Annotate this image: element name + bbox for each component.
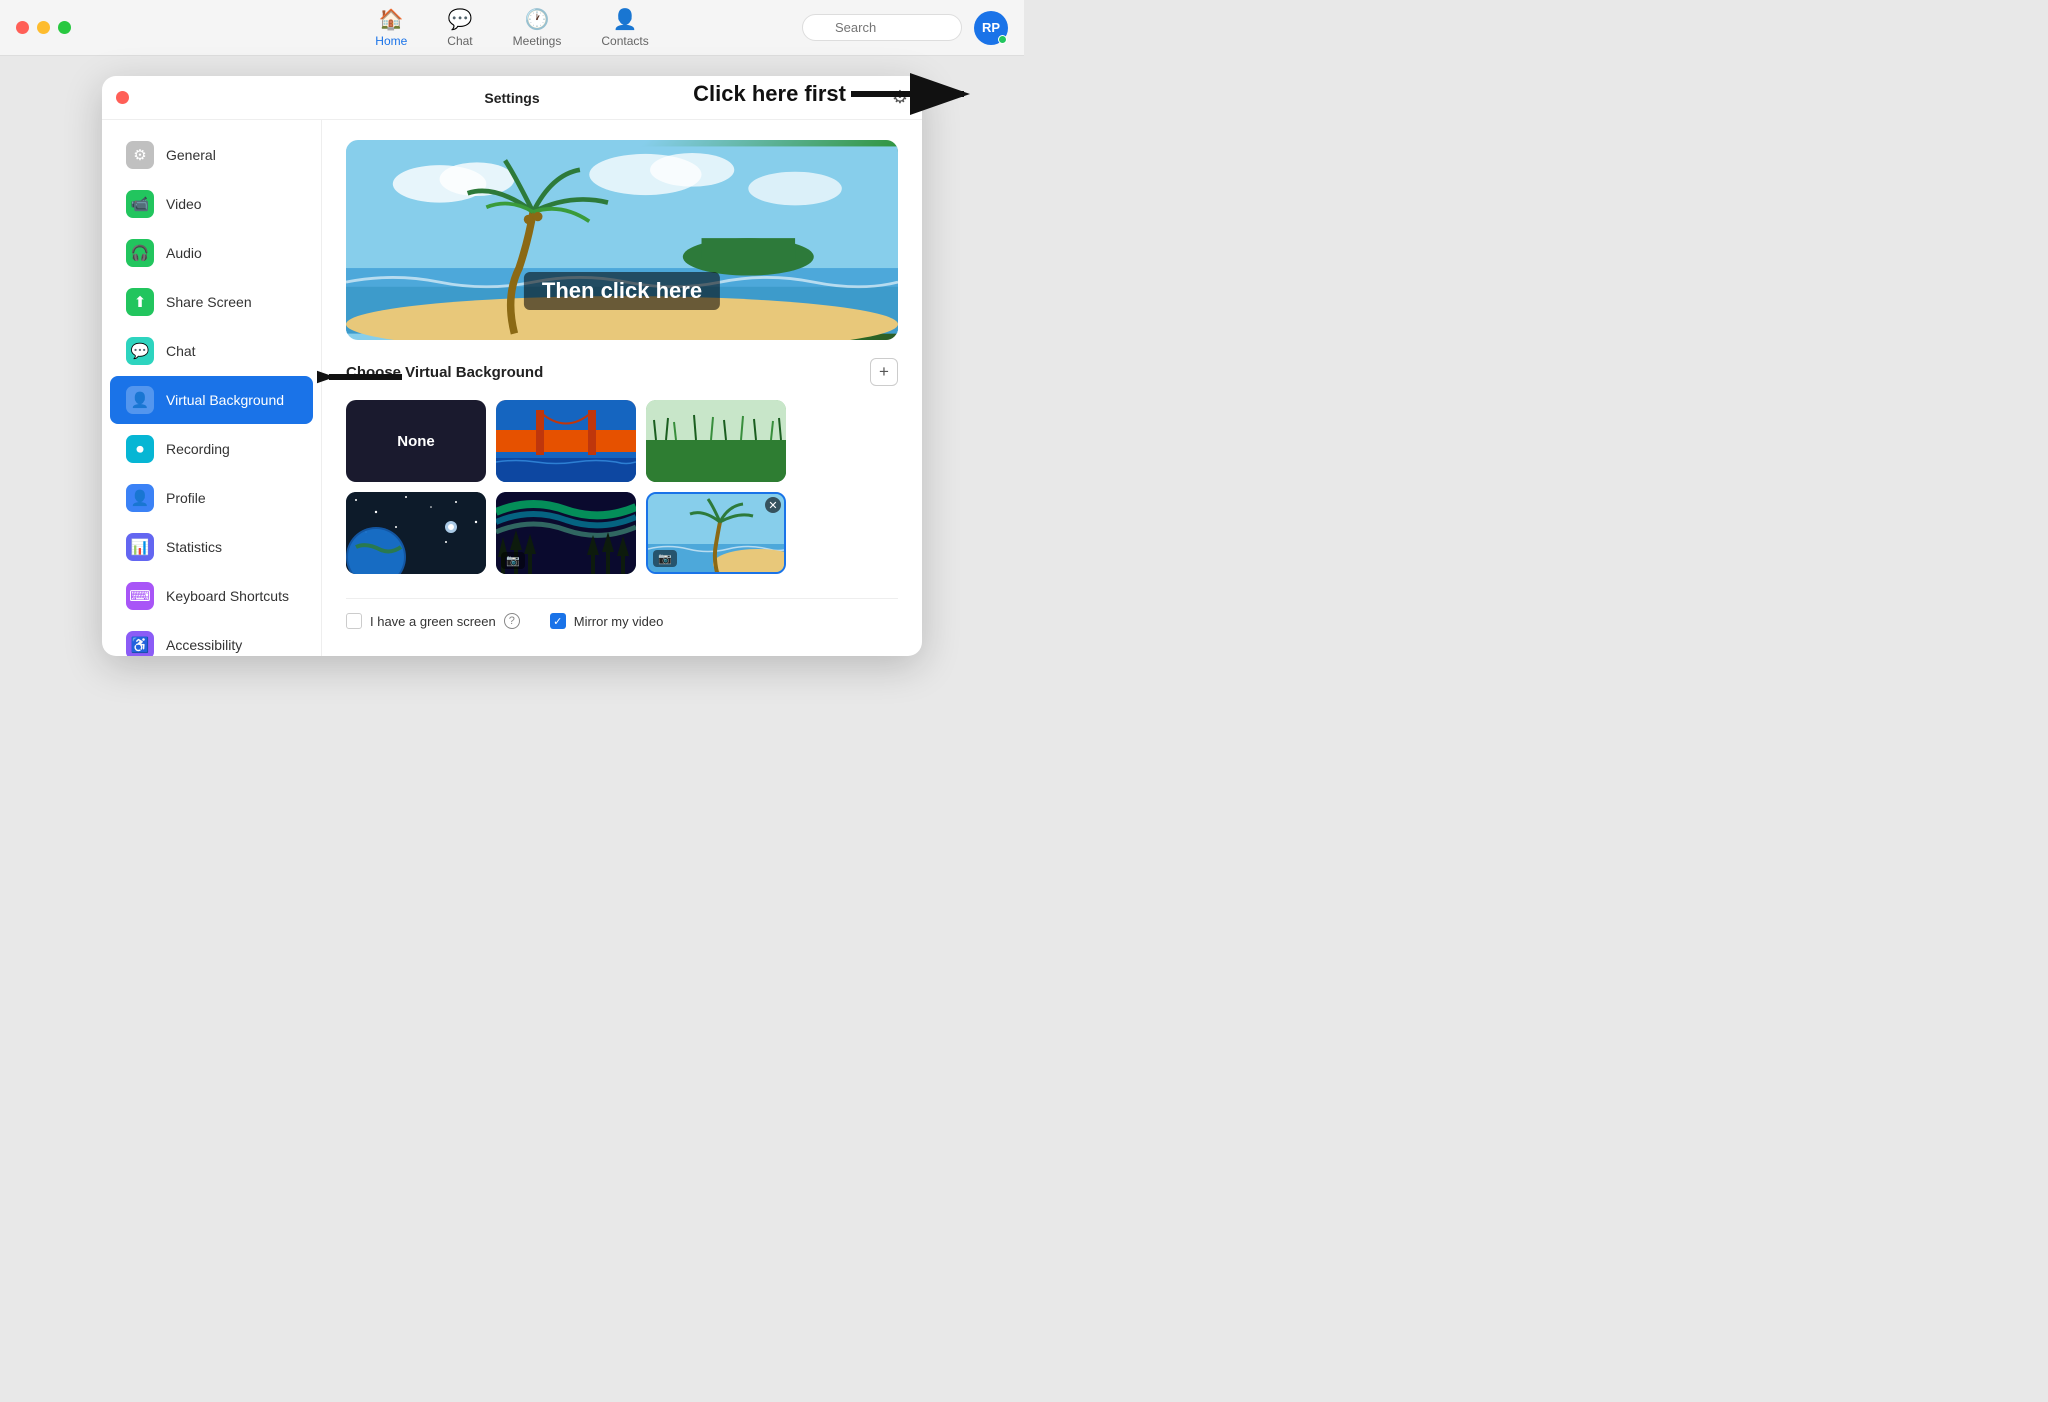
bg-beach-thumb[interactable]: 📷 ✕ <box>646 492 786 574</box>
tab-chat-label: Chat <box>447 34 472 48</box>
sidebar-item-audio[interactable]: 🎧 Audio <box>110 229 313 277</box>
profile-icon: 👤 <box>126 484 154 512</box>
top-bar: 🏠 Home 💬 Chat 🕐 Meetings 👤 Contacts 🔍 RP <box>0 0 1024 56</box>
contacts-icon: 👤 <box>613 7 638 32</box>
sidebar-item-recording[interactable]: ⏺ Recording <box>110 425 313 473</box>
bg-none-thumb[interactable]: None <box>346 400 486 482</box>
tab-meetings-label: Meetings <box>513 34 562 48</box>
sidebar-label-virtual-background: Virtual Background <box>166 392 284 408</box>
green-screen-help-icon[interactable]: ? <box>504 613 520 629</box>
then-click-here-label: Then click here <box>524 272 720 310</box>
sidebar-label-profile: Profile <box>166 490 206 506</box>
main-panel: Then click here Choose Virtual Backgroun… <box>322 120 922 656</box>
mirror-video-label: Mirror my video <box>574 614 664 629</box>
bg-none-label: None <box>397 433 435 450</box>
video-icon: 📹 <box>126 190 154 218</box>
meetings-icon: 🕐 <box>525 7 550 32</box>
online-status-dot <box>998 35 1007 44</box>
sidebar-item-chat[interactable]: 💬 Chat <box>110 327 313 375</box>
top-right-controls: 🔍 RP <box>802 11 1008 45</box>
general-icon: ⚙ <box>126 141 154 169</box>
sidebar-item-virtual-background[interactable]: 👤 Virtual Background <box>110 376 313 424</box>
sidebar-item-video[interactable]: 📹 Video <box>110 180 313 228</box>
sidebar-label-recording: Recording <box>166 441 230 457</box>
sidebar-label-general: General <box>166 147 216 163</box>
nav-tabs: 🏠 Home 💬 Chat 🕐 Meetings 👤 Contacts <box>375 7 648 48</box>
bg-aurora-thumb[interactable]: 📷 <box>496 492 636 574</box>
maximize-window-btn[interactable] <box>58 21 71 34</box>
add-background-btn[interactable]: + <box>870 358 898 386</box>
sidebar-item-share-screen[interactable]: ⬆ Share Screen <box>110 278 313 326</box>
sidebar-item-general[interactable]: ⚙ General <box>110 131 313 179</box>
avatar-initials: RP <box>982 20 1000 35</box>
settings-title: Settings <box>484 90 539 106</box>
mirror-video-group: ✓ Mirror my video <box>550 613 664 629</box>
home-icon: 🏠 <box>379 7 404 32</box>
window-controls <box>16 21 71 34</box>
section-title: Choose Virtual Background <box>346 364 543 381</box>
space-preview-svg <box>346 492 486 574</box>
sidebar-label-share-screen: Share Screen <box>166 294 252 310</box>
settings-body: ⚙ General 📹 Video 🎧 Audio ⬆ Share Screen… <box>102 120 922 656</box>
main-content: Click here first Settings ⚙ ⚙ General <box>0 56 1024 701</box>
accessibility-icon: ♿ <box>126 631 154 656</box>
gear-settings-icon[interactable]: ⚙ <box>892 87 908 108</box>
gate-preview-svg <box>496 400 636 482</box>
tab-chat[interactable]: 💬 Chat <box>447 7 472 48</box>
share-screen-icon: ⬆ <box>126 288 154 316</box>
background-thumbnails: None <box>346 400 898 574</box>
sidebar-item-statistics[interactable]: 📊 Statistics <box>110 523 313 571</box>
chat-sidebar-icon: 💬 <box>126 337 154 365</box>
settings-window: Settings ⚙ ⚙ General 📹 Video 🎧 Audio <box>102 76 922 656</box>
settings-close-btn[interactable] <box>116 91 129 104</box>
sidebar-label-chat: Chat <box>166 343 196 359</box>
search-wrapper: 🔍 <box>802 14 962 41</box>
sidebar-item-profile[interactable]: 👤 Profile <box>110 474 313 522</box>
bg-grass-thumb[interactable] <box>646 400 786 482</box>
tab-home-label: Home <box>375 34 407 48</box>
green-screen-checkbox[interactable] <box>346 613 362 629</box>
bg-gate-thumb[interactable] <box>496 400 636 482</box>
tab-home[interactable]: 🏠 Home <box>375 7 407 48</box>
sidebar: ⚙ General 📹 Video 🎧 Audio ⬆ Share Screen… <box>102 120 322 656</box>
aurora-cam-icon: 📷 <box>501 552 525 569</box>
bg-space-thumb[interactable] <box>346 492 486 574</box>
beach-preview-svg <box>346 140 898 340</box>
minimize-window-btn[interactable] <box>37 21 50 34</box>
tab-meetings[interactable]: 🕐 Meetings <box>513 7 562 48</box>
tab-contacts[interactable]: 👤 Contacts <box>601 7 648 48</box>
green-screen-group: I have a green screen ? <box>346 613 520 629</box>
avatar[interactable]: RP <box>974 11 1008 45</box>
sidebar-label-accessibility: Accessibility <box>166 637 242 653</box>
sidebar-label-keyboard-shortcuts: Keyboard Shortcuts <box>166 588 289 604</box>
keyboard-icon: ⌨ <box>126 582 154 610</box>
background-preview: Then click here <box>346 140 898 340</box>
beach-remove-btn[interactable]: ✕ <box>765 497 781 513</box>
sidebar-label-audio: Audio <box>166 245 202 261</box>
statistics-icon: 📊 <box>126 533 154 561</box>
sidebar-item-keyboard-shortcuts[interactable]: ⌨ Keyboard Shortcuts <box>110 572 313 620</box>
sidebar-label-statistics: Statistics <box>166 539 222 555</box>
grass-preview-svg <box>646 400 786 482</box>
mirror-video-checkbox[interactable]: ✓ <box>550 613 566 629</box>
recording-icon: ⏺ <box>126 435 154 463</box>
audio-icon: 🎧 <box>126 239 154 267</box>
virtual-bg-icon: 👤 <box>126 386 154 414</box>
chat-nav-icon: 💬 <box>448 7 473 32</box>
green-screen-label: I have a green screen <box>370 614 496 629</box>
close-window-btn[interactable] <box>16 21 29 34</box>
section-header: Choose Virtual Background + <box>346 358 898 386</box>
settings-titlebar: Settings ⚙ <box>102 76 922 120</box>
tab-contacts-label: Contacts <box>601 34 648 48</box>
sidebar-item-accessibility[interactable]: ♿ Accessibility <box>110 621 313 656</box>
search-input[interactable] <box>802 14 962 41</box>
bottom-options: I have a green screen ? ✓ Mirror my vide… <box>346 598 898 629</box>
sidebar-label-video: Video <box>166 196 202 212</box>
beach-cam-icon: 📷 <box>653 550 677 567</box>
